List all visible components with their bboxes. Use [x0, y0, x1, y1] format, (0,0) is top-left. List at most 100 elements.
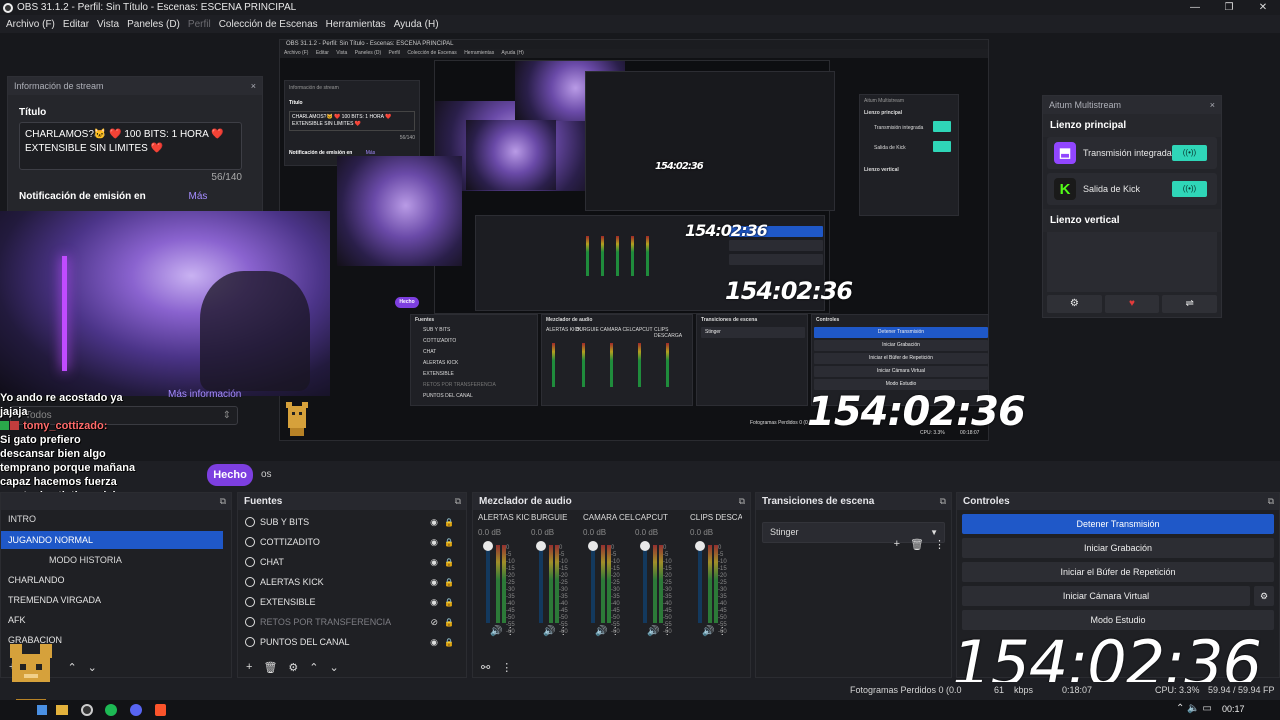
add-transition-icon[interactable]: + — [894, 538, 900, 551]
lock-icon[interactable]: 🔒 — [444, 518, 454, 527]
more-link[interactable]: Más — [188, 191, 207, 202]
lock-icon[interactable]: 🔒 — [444, 598, 454, 607]
twitch-output-toggle[interactable]: ((•)) — [1172, 145, 1207, 161]
close-button[interactable]: ✕ — [1246, 0, 1280, 15]
volume-fader-track[interactable] — [486, 543, 490, 623]
lock-icon[interactable]: 🔒 — [444, 558, 454, 567]
sources-dock-toolbar: + 🗑 ⚙ ⌃ ⌄ — [238, 657, 466, 677]
swap-icon[interactable]: ⇌ — [1162, 295, 1218, 313]
eye-hidden-icon[interactable]: ⊘ — [430, 617, 438, 628]
popout-icon[interactable]: ⧉ — [1268, 493, 1274, 510]
mixer-menu-icon[interactable]: ⋮ — [501, 661, 512, 674]
speaker-icon[interactable]: 🔊 — [702, 626, 714, 637]
gear-icon[interactable]: ⚙ — [288, 661, 298, 674]
volume-fader-knob[interactable] — [483, 541, 493, 551]
lock-icon[interactable]: 🔒 — [444, 618, 454, 627]
scene-item[interactable]: CHARLANDO — [1, 570, 223, 590]
source-item[interactable]: SUB Y BITS ◉ 🔒 — [238, 512, 466, 532]
channel-menu-icon[interactable]: ⋮ — [502, 626, 515, 637]
source-item[interactable]: PUNTOS DEL CANAL ◉ 🔒 — [238, 632, 466, 652]
spotify-icon[interactable] — [105, 704, 117, 716]
source-item[interactable]: CHAT ◉ 🔒 — [238, 552, 466, 572]
scene-history[interactable]: MODO HISTORIA — [49, 555, 122, 565]
popout-icon[interactable]: ⧉ — [940, 493, 946, 510]
trash-icon[interactable]: 🗑 — [910, 538, 924, 551]
popout-icon[interactable]: ⧉ — [455, 493, 461, 510]
title-input[interactable]: CHARLAMOS?🐱 ❤️ 100 BITS: 1 HORA ❤️ EXTEN… — [19, 122, 242, 170]
speaker-icon[interactable]: 🔊 — [543, 626, 555, 637]
volume-fader-track[interactable] — [698, 543, 702, 623]
windows-start-icon[interactable] — [37, 705, 47, 715]
popout-icon[interactable]: ⧉ — [739, 493, 745, 510]
channel-menu-icon[interactable]: ⋮ — [555, 626, 568, 637]
virtual-camera-settings-icon[interactable]: ⚙ — [1254, 586, 1274, 606]
volume-fader-track[interactable] — [643, 543, 647, 623]
close-icon[interactable]: × — [251, 77, 256, 95]
menu-panels[interactable]: Paneles (D) — [123, 19, 184, 30]
file-explorer-icon[interactable] — [56, 705, 68, 715]
source-item[interactable]: RETOS POR TRANSFERENCIA ⊘ 🔒 — [238, 612, 466, 632]
channel-menu-icon[interactable]: ⋮ — [659, 626, 672, 637]
replay-buffer-button[interactable]: Iniciar el Búfer de Repetición — [962, 562, 1274, 582]
trash-icon[interactable]: 🗑 — [263, 661, 277, 674]
volume-fader-track[interactable] — [539, 543, 543, 623]
scene-up-icon[interactable]: ⌃ — [67, 661, 76, 674]
discord-icon[interactable] — [130, 704, 142, 716]
volume-fader-knob[interactable] — [536, 541, 546, 551]
menu-file[interactable]: Archivo (F) — [2, 19, 59, 30]
volume-fader-knob[interactable] — [695, 541, 705, 551]
title-label: Título — [19, 107, 47, 118]
scene-down-icon[interactable]: ⌄ — [88, 661, 97, 674]
obs-taskbar-icon[interactable] — [81, 704, 93, 716]
menu-help[interactable]: Ayuda (H) — [390, 19, 443, 30]
eye-icon[interactable]: ◉ — [430, 577, 438, 588]
menu-edit[interactable]: Editar — [59, 19, 93, 30]
speaker-icon[interactable]: 🔊 — [490, 626, 502, 637]
kick-output-toggle[interactable]: ((•)) — [1172, 181, 1207, 197]
close-icon[interactable]: × — [1210, 96, 1215, 114]
source-item[interactable]: ALERTAS KICK ◉ 🔒 — [238, 572, 466, 592]
scene-intro[interactable]: INTRO — [8, 514, 36, 524]
source-item[interactable]: COTTIZADITO ◉ 🔒 — [238, 532, 466, 552]
eye-icon[interactable]: ◉ — [430, 537, 438, 548]
scene-selected[interactable]: JUGANDO NORMAL — [1, 531, 223, 549]
menu-view[interactable]: Vista — [93, 19, 123, 30]
scene-item[interactable]: AFK — [1, 610, 223, 630]
minimize-button[interactable]: — — [1178, 0, 1212, 15]
mixer-settings-icon[interactable]: ⚯ — [481, 661, 490, 674]
lock-icon[interactable]: 🔒 — [444, 638, 454, 647]
popout-icon[interactable]: ⧉ — [220, 493, 226, 510]
volume-fader-track[interactable] — [591, 543, 595, 623]
eye-icon[interactable]: ◉ — [430, 517, 438, 528]
channel-menu-icon[interactable]: ⋮ — [714, 626, 727, 637]
eye-icon[interactable]: ◉ — [430, 597, 438, 608]
volume-fader-knob[interactable] — [640, 541, 650, 551]
virtual-camera-button[interactable]: Iniciar Cámara Virtual — [962, 586, 1250, 606]
menu-scene-collection[interactable]: Colección de Escenas — [215, 19, 322, 30]
heart-icon[interactable]: ♥ — [1104, 295, 1160, 313]
menu-profile[interactable]: Perfil — [184, 19, 215, 30]
lock-icon[interactable]: 🔒 — [444, 538, 454, 547]
status-bar: Fotogramas Perdidos 0 (0.0 61 kbps 0:18:… — [0, 682, 1280, 699]
speaker-icon[interactable]: 🔊 — [647, 626, 659, 637]
chat-username: tomy_cottizado: — [23, 420, 108, 432]
stop-streaming-button[interactable]: Detener Transmisión — [962, 514, 1274, 534]
speaker-icon[interactable]: 🔊 — [595, 626, 607, 637]
source-down-icon[interactable]: ⌄ — [330, 661, 339, 674]
settings-gear-icon[interactable]: ⚙ — [1047, 295, 1102, 313]
menu-tools[interactable]: Herramientas — [322, 19, 390, 30]
source-up-icon[interactable]: ⌃ — [309, 661, 318, 674]
channel-menu-icon[interactable]: ⋮ — [607, 626, 620, 637]
volume-fader-knob[interactable] — [588, 541, 598, 551]
lock-icon[interactable]: 🔒 — [444, 578, 454, 587]
brave-browser-icon[interactable] — [155, 704, 166, 716]
more-icon[interactable]: ⋮ — [934, 538, 945, 551]
maximize-button[interactable]: ❐ — [1212, 0, 1246, 15]
start-recording-button[interactable]: Iniciar Grabación — [962, 538, 1274, 558]
add-source-icon[interactable]: + — [246, 661, 252, 673]
source-item[interactable]: EXTENSIBLE ◉ 🔒 — [238, 592, 466, 612]
eye-icon[interactable]: ◉ — [430, 637, 438, 648]
scene-item[interactable]: TREMENDA VIRGADA — [1, 590, 223, 610]
dock-tab-behind[interactable]: os — [261, 469, 272, 480]
eye-icon[interactable]: ◉ — [430, 557, 438, 568]
